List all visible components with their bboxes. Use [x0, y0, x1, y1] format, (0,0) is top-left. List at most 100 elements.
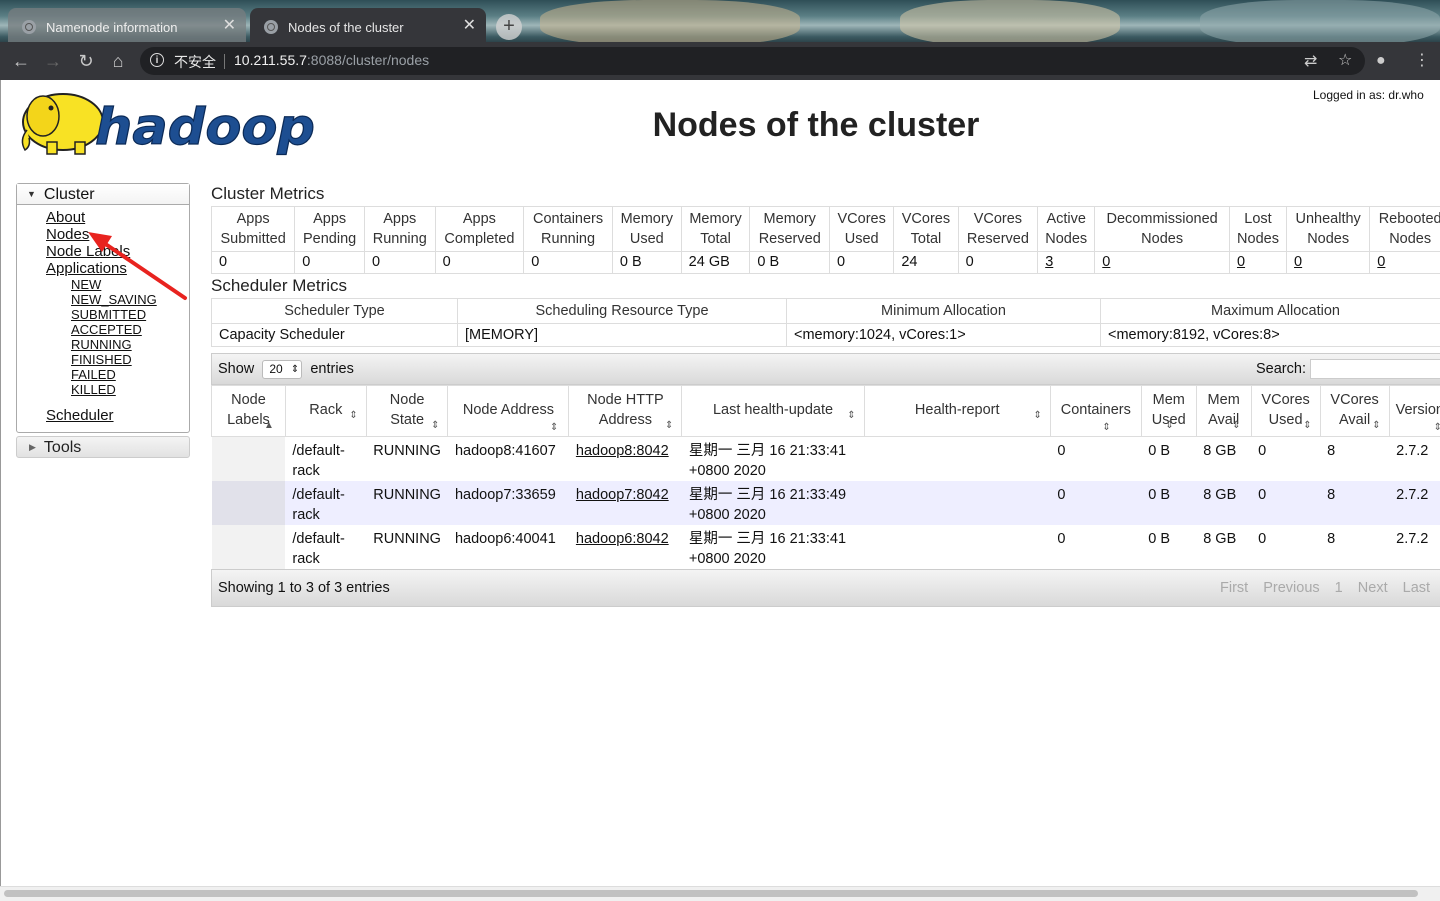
- metric-header: UnhealthyNodes: [1287, 207, 1370, 252]
- node-http-link[interactable]: hadoop8:8042: [576, 443, 669, 459]
- column-header-mem-used[interactable]: MemUsed⇕: [1141, 386, 1196, 437]
- cell-vcores-used: 0: [1251, 481, 1320, 525]
- browser-toolbar: ← → ↻ ⌂ i 不安全 10.211.55.7:8088/cluster/n…: [0, 42, 1440, 80]
- unhealthy-nodes-link[interactable]: 0: [1294, 254, 1302, 270]
- home-icon[interactable]: ⌂: [107, 50, 129, 72]
- cell-vcores-used: 0: [1251, 525, 1320, 569]
- scrollbar-thumb[interactable]: [4, 890, 1418, 897]
- sort-icon: ⇕: [1372, 416, 1380, 436]
- sidebar-link-applications[interactable]: Applications: [46, 260, 189, 277]
- column-header-node-labels[interactable]: NodeLabels▲: [212, 386, 286, 437]
- column-header-node-state[interactable]: NodeState⇕: [366, 386, 448, 437]
- metric-value: 0 B: [612, 252, 681, 274]
- app-state-link[interactable]: ACCEPTED: [46, 322, 189, 337]
- column-header-last-health-update[interactable]: Last health-update⇕: [682, 386, 864, 437]
- close-icon[interactable]: ✕: [223, 18, 236, 34]
- translate-icon[interactable]: ⇄: [1304, 52, 1317, 72]
- sidebar-link-scheduler[interactable]: Scheduler: [46, 407, 189, 424]
- column-header-vcores-avail[interactable]: VCoresAvail⇕: [1320, 386, 1389, 437]
- browser-tab-namenode[interactable]: Namenode information ✕: [8, 8, 246, 46]
- cluster-label: Cluster: [44, 186, 95, 203]
- decommissioned-nodes-link[interactable]: 0: [1102, 254, 1110, 270]
- main-content: Cluster Metrics AppsSubmitted AppsPendin…: [211, 184, 1440, 607]
- triangle-down-icon: ▼: [27, 184, 36, 204]
- cell-node-labels: [212, 481, 286, 525]
- menu-icon[interactable]: ⋮: [1414, 51, 1430, 71]
- metric-header: AppsSubmitted: [212, 207, 295, 252]
- info-icon[interactable]: i: [150, 53, 164, 67]
- cell-last-health-update: 星期一 三月 16 21:33:49 +0800 2020: [682, 481, 864, 525]
- rebooted-nodes-link[interactable]: 0: [1377, 254, 1385, 270]
- cell-vcores-avail: 8: [1320, 481, 1389, 525]
- sidebar-link-node-labels[interactable]: Node Labels: [46, 243, 189, 260]
- star-icon[interactable]: ☆: [1338, 51, 1352, 71]
- scheduler-metrics-table: Scheduler Type Scheduling Resource Type …: [211, 298, 1440, 347]
- sort-icon: ⇕: [847, 406, 855, 426]
- page-number-button[interactable]: 1: [1333, 580, 1345, 596]
- active-nodes-link[interactable]: 3: [1045, 254, 1053, 270]
- column-header-containers[interactable]: Containers⇕: [1050, 386, 1141, 437]
- column-header-rack[interactable]: Rack⇕: [285, 386, 366, 437]
- column-header-vcores-used[interactable]: VCoresUsed⇕: [1251, 386, 1320, 437]
- cell-node-labels: [212, 525, 286, 569]
- sort-icon: ⇕: [665, 416, 673, 436]
- sidebar-link-nodes[interactable]: Nodes: [46, 226, 189, 243]
- address-bar[interactable]: i 不安全 10.211.55.7:8088/cluster/nodes ⇄ ☆: [140, 47, 1365, 75]
- cell-version: 2.7.2: [1389, 525, 1440, 569]
- app-state-link[interactable]: SUBMITTED: [46, 307, 189, 322]
- column-header-node-http-address[interactable]: Node HTTPAddress⇕: [569, 386, 682, 437]
- cell-mem-avail: 8 GB: [1196, 481, 1251, 525]
- datatable-controls: Show 20 entries Search:: [211, 353, 1440, 385]
- sort-icon: ⇕: [1434, 418, 1440, 438]
- metric-header: AppsPending: [295, 207, 365, 252]
- logged-in-label: Logged in as: dr.who: [1313, 88, 1440, 102]
- app-state-link[interactable]: NEW: [46, 277, 189, 292]
- browser-tab-nodes[interactable]: Nodes of the cluster ✕: [250, 8, 486, 46]
- column-header-mem-avail[interactable]: MemAvail⇕: [1196, 386, 1251, 437]
- scheduler-value: Capacity Scheduler: [212, 324, 458, 347]
- entries-select[interactable]: 20: [262, 360, 302, 379]
- page-title: Nodes of the cluster: [561, 106, 1071, 145]
- globe-icon: [264, 20, 278, 34]
- page-previous-button[interactable]: Previous: [1261, 580, 1321, 596]
- app-state-link[interactable]: FAILED: [46, 367, 189, 382]
- node-http-link[interactable]: hadoop7:8042: [576, 487, 669, 503]
- close-icon[interactable]: ✕: [463, 18, 476, 34]
- column-header-node-address[interactable]: Node Address⇕: [448, 386, 569, 437]
- cell-node-http-address: hadoop8:8042: [569, 437, 682, 482]
- url-text[interactable]: 10.211.55.7:8088/cluster/nodes: [234, 52, 429, 68]
- unhealthy-nodes-cell: 0: [1287, 252, 1370, 274]
- column-header-version[interactable]: Version⇕: [1389, 386, 1440, 437]
- tools-toggle[interactable]: ▶Tools: [16, 436, 190, 458]
- cell-vcores-avail: 8: [1320, 525, 1389, 569]
- nodes-datatable: Show 20 entries Search: NodeLabels▲ Rack…: [211, 353, 1440, 607]
- metric-header: AppsCompleted: [435, 207, 524, 252]
- sort-icon: ⇕: [1033, 406, 1041, 426]
- security-label[interactable]: 不安全: [174, 52, 216, 72]
- search-input[interactable]: [1310, 359, 1440, 379]
- page-last-button[interactable]: Last: [1401, 580, 1432, 596]
- show-label: Show: [218, 361, 254, 377]
- new-tab-button[interactable]: +: [496, 14, 522, 40]
- reload-icon[interactable]: ↻: [75, 50, 97, 72]
- back-arrow-icon[interactable]: ←: [10, 50, 32, 72]
- tab-strip: Namenode information ✕ Nodes of the clus…: [0, 0, 1440, 46]
- cluster-toggle[interactable]: ▼ Cluster: [17, 184, 189, 205]
- page-first-button[interactable]: First: [1218, 580, 1250, 596]
- app-state-link[interactable]: RUNNING: [46, 337, 189, 352]
- cell-last-health-update: 星期一 三月 16 21:33:41 +0800 2020: [682, 437, 864, 482]
- node-http-link[interactable]: hadoop6:8042: [576, 531, 669, 547]
- forward-arrow-icon[interactable]: →: [42, 50, 64, 72]
- horizontal-scrollbar[interactable]: [0, 886, 1440, 901]
- app-state-link[interactable]: KILLED: [46, 382, 189, 397]
- metric-value: 0: [212, 252, 295, 274]
- cell-mem-used: 0 B: [1141, 481, 1196, 525]
- app-state-link[interactable]: NEW_SAVING: [46, 292, 189, 307]
- lost-nodes-link[interactable]: 0: [1237, 254, 1245, 270]
- column-header-health-report[interactable]: Health-report⇕: [864, 386, 1050, 437]
- profile-icon[interactable]: ●: [1376, 51, 1386, 71]
- cell-health-report: [864, 525, 1050, 569]
- sidebar-link-about[interactable]: About: [46, 209, 189, 226]
- page-next-button[interactable]: Next: [1356, 580, 1390, 596]
- app-state-link[interactable]: FINISHED: [46, 352, 189, 367]
